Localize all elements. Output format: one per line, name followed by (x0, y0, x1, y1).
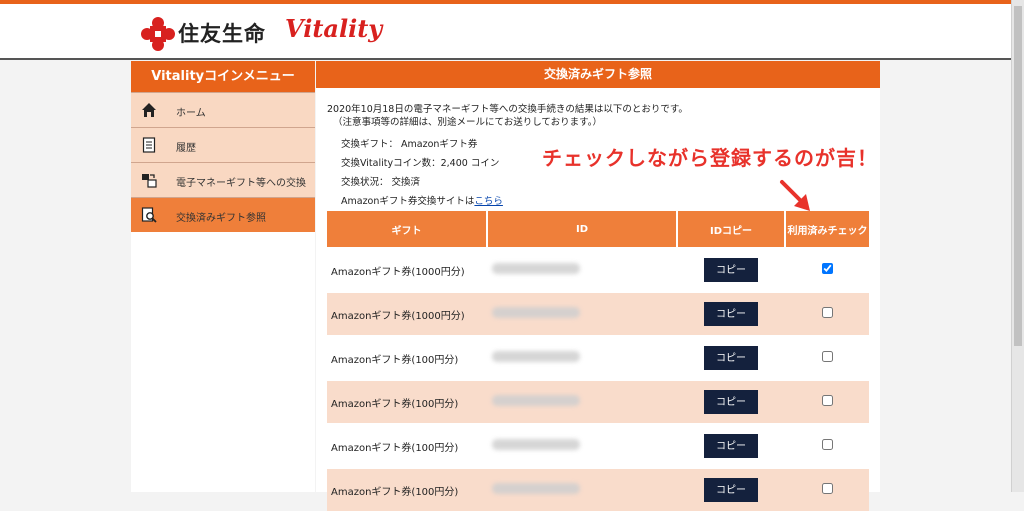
check-cell (785, 423, 869, 468)
used-checkbox[interactable] (821, 395, 833, 406)
brand-name: 住友生命 (178, 22, 266, 46)
copy-id-button[interactable]: コピー (704, 302, 758, 326)
blurred-gift-id (492, 483, 580, 494)
blurred-gift-id (492, 307, 580, 318)
annotation-arrow-icon (780, 180, 810, 211)
column-header-used-check: 利用済みチェック (785, 211, 869, 248)
copy-id-button[interactable]: コピー (704, 434, 758, 458)
page-title: 交換済みギフト参照 (316, 61, 880, 88)
table-row: Amazonギフト券(100円分) コピー (327, 467, 869, 511)
sidebar-item-exchange[interactable]: 電子マネーギフト等への交換 (131, 162, 315, 197)
table-header-row: ギフト ID IDコピー 利用済みチェック (327, 211, 869, 248)
exchange-icon (142, 174, 157, 188)
used-checkbox[interactable] (821, 439, 833, 450)
intro-line-2: （注意事項等の詳細は、別途メールにてお送りしております。） (333, 117, 602, 128)
gift-id-cell (487, 291, 677, 336)
column-header-id: ID (487, 211, 678, 248)
coin-count: 交換Vitalityコイン数：2,400 コイン (341, 158, 500, 169)
gift-id-cell (487, 423, 677, 468)
exchange-status: 交換状況： 交換済 (341, 177, 421, 188)
used-checkbox[interactable] (821, 307, 833, 318)
gift-name: Amazonギフト券(100円分) (327, 379, 487, 424)
column-header-id-copy: IDコピー (677, 211, 786, 248)
check-cell (785, 335, 869, 380)
search-document-icon (141, 207, 157, 223)
gift-name: Amazonギフト券(100円分) (327, 335, 487, 380)
check-cell (785, 247, 869, 292)
table-row: Amazonギフト券(100円分) コピー (327, 423, 869, 468)
copy-id-button[interactable]: コピー (704, 346, 758, 370)
intro-line-1: 2020年10月18日の電子マネーギフト等への交換手続きの結果は以下のとおりです… (327, 104, 688, 115)
vertical-scrollbar[interactable] (1011, 0, 1024, 492)
gift-name: Amazonギフト券(1000円分) (327, 291, 487, 336)
gift-type: 交換ギフト： Amazonギフト券 (341, 139, 478, 150)
table-row: Amazonギフト券(1000円分) コピー (327, 291, 869, 336)
sidebar-item-label: 電子マネーギフト等への交換 (176, 178, 306, 189)
sidebar-item-history[interactable]: 履歴 (131, 127, 315, 162)
blurred-gift-id (492, 263, 580, 274)
site-header: 住友生命 Vitality (0, 4, 1024, 60)
column-header-gift: ギフト (327, 211, 488, 248)
used-checkbox[interactable] (821, 263, 833, 274)
copy-cell: コピー (677, 423, 785, 468)
sumitomo-logo-icon (141, 17, 175, 51)
sidebar-item-label: 交換済みギフト参照 (176, 213, 266, 224)
gift-name: Amazonギフト券(1000円分) (327, 247, 487, 292)
vitality-logo: Vitality (285, 14, 383, 43)
gift-id-cell (487, 335, 677, 380)
amazon-site-line: Amazonギフト券交換サイトはこちら (341, 193, 503, 207)
gift-name: Amazonギフト券(100円分) (327, 467, 487, 511)
table-row: Amazonギフト券(100円分) コピー (327, 335, 869, 380)
annotation-text: チェックしながら登録するのが吉！ (542, 146, 878, 170)
sidebar-item-label: ホーム (176, 108, 206, 119)
copy-id-button[interactable]: コピー (704, 478, 758, 502)
copy-cell: コピー (677, 291, 785, 336)
amazon-site-text: Amazonギフト券交換サイトは (341, 196, 475, 207)
home-icon (142, 103, 156, 117)
copy-cell: コピー (677, 335, 785, 380)
gift-id-cell (487, 379, 677, 424)
used-checkbox[interactable] (821, 483, 833, 494)
check-cell (785, 467, 869, 511)
blurred-gift-id (492, 395, 580, 406)
check-cell (785, 379, 869, 424)
check-cell (785, 291, 869, 336)
copy-id-button[interactable]: コピー (704, 390, 758, 414)
sidebar: Vitalityコインメニュー ホーム 履歴 電子マネーギフト等への交換 交換済… (131, 61, 315, 492)
gift-name: Amazonギフト券(100円分) (327, 423, 487, 468)
sidebar-item-label: 履歴 (176, 143, 196, 154)
copy-cell: コピー (677, 467, 785, 511)
copy-cell: コピー (677, 247, 785, 292)
gift-id-cell (487, 247, 677, 292)
sidebar-title: Vitalityコインメニュー (131, 61, 315, 92)
gift-id-cell (487, 467, 677, 511)
amazon-site-link[interactable]: こちら (474, 196, 503, 207)
used-checkbox[interactable] (821, 351, 833, 362)
sidebar-item-home[interactable]: ホーム (131, 92, 315, 127)
sidebar-item-exchanged-gifts[interactable]: 交換済みギフト参照 (131, 197, 315, 232)
table-row: Amazonギフト券(1000円分) コピー (327, 247, 869, 292)
scrollbar-thumb[interactable] (1014, 6, 1022, 346)
table-row: Amazonギフト券(100円分) コピー (327, 379, 869, 424)
blurred-gift-id (492, 351, 580, 362)
gift-table: ギフト ID IDコピー 利用済みチェック Amazonギフト券(1000円分)… (327, 211, 869, 511)
copy-cell: コピー (677, 379, 785, 424)
document-icon (142, 137, 156, 153)
copy-id-button[interactable]: コピー (704, 258, 758, 282)
blurred-gift-id (492, 439, 580, 450)
